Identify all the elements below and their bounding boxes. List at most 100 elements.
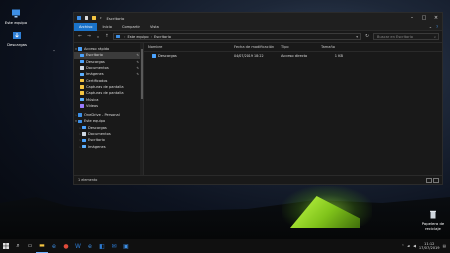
forward-button[interactable]: → [86,34,92,39]
title-bar: ▾ Escritorio – □ × [74,13,442,23]
network-icon[interactable]: ▰ [407,244,410,248]
breadcrumb-this-pc[interactable]: Este equipo [127,35,148,39]
maximize-button[interactable]: □ [418,13,430,23]
navigation-pane: ▾ Acceso rápido Escritorio ✎ Descargas ✎… [74,43,144,175]
computer-icon [78,119,82,124]
tab-home[interactable]: Inicio [97,23,117,31]
task-view-icon[interactable]: ▭ [24,239,36,253]
new-folder-icon[interactable] [92,16,96,20]
ribbon-tabs: Archivo Inicio Compartir Vista ⌄ ? [74,22,442,31]
recent-locations-button[interactable]: ▾ [95,35,101,39]
properties-icon[interactable] [85,16,88,20]
address-dropdown-icon[interactable]: ▾ [356,35,358,39]
videos-folder-icon [80,104,84,108]
nav-label: Acceso rápido [84,47,110,52]
search-input[interactable]: Buscar en Escritorio ⌕ [373,33,439,40]
edge-icon[interactable]: e [84,239,96,253]
close-button[interactable]: × [430,13,442,23]
download-folder-icon [80,59,84,64]
scrollbar-thumb[interactable] [140,49,143,99]
store-icon[interactable]: ◧ [96,239,108,253]
pin-icon: ✎ [136,53,139,58]
details-view-button[interactable] [426,177,432,183]
pin-icon: ✎ [136,66,139,71]
file-explorer-icon[interactable]: ▬ [36,239,48,253]
edge-icon[interactable]: e [48,239,60,253]
desktop-icon-downloads[interactable]: Descargas [2,31,32,47]
clock[interactable]: 11:12 17/07/2019 [419,242,440,251]
window-title: Escritorio [106,15,125,21]
show-hidden-icons-icon[interactable]: ⌃ [401,244,404,248]
documents-folder-icon [80,66,84,70]
column-type[interactable]: Tipo [277,45,317,49]
column-headers: Nombre Fecha de modificación Tipo Tamaño [144,43,442,52]
breadcrumb-separator-icon: › [150,34,153,39]
volume-icon[interactable]: ◀ [413,244,416,248]
column-name[interactable]: Nombre [144,45,230,49]
nav-label: Escritorio [88,138,105,143]
nav-label: Descargas [86,59,105,64]
computer-icon [116,34,120,39]
desktop-icon-label: Papelera de reciclaje [421,221,445,231]
nav-label: Escritorio [86,53,103,58]
word-icon[interactable]: W [72,239,84,253]
desktop-icon-recycle-bin[interactable]: Papelera de reciclaje [418,210,448,231]
large-icons-view-button[interactable] [433,177,439,183]
explorer-icon [77,16,81,20]
chevron-down-icon[interactable]: ▾ [100,16,102,20]
expand-ribbon-icon[interactable]: ⌄ [429,24,432,29]
mail-icon[interactable]: ✉ [108,239,120,253]
navigation-bar: ← → ▾ ↑ › Este equipo › Escritorio ▾ ↻ B… [74,31,442,42]
column-modified[interactable]: Fecha de modificación [230,45,277,49]
back-button[interactable]: ← [77,34,83,39]
folder-icon [80,85,84,89]
file-size: 1 KB [334,54,343,58]
search-icon[interactable]: ⌕ [12,239,24,253]
tab-share[interactable]: Compartir [117,23,145,31]
start-icon [3,243,9,249]
pin-icon: ✎ [136,59,139,64]
notifications-icon[interactable]: ▤ [443,244,446,248]
nav-label: OneDrive - Personal [84,113,120,118]
star-icon [78,47,82,51]
onedrive-icon [78,113,82,117]
status-bar: 1 elemento [74,175,442,184]
tab-view[interactable]: Vista [145,23,164,31]
chrome-icon[interactable]: ● [60,239,72,253]
pictures-folder-icon [82,144,86,149]
photos-icon[interactable]: ▣ [120,239,132,253]
shortcut-icon [152,54,156,58]
nav-label: Vídeos [86,103,99,108]
breadcrumb-desktop[interactable]: Escritorio [154,35,171,39]
nav-item-pc-pictures[interactable]: › Imágenes [74,143,143,149]
file-row[interactable]: Descargas 04/07/2019 18:22 Acceso direct… [144,52,442,60]
documents-folder-icon [82,132,86,136]
desktop-icon-this-pc[interactable]: Este equipo [1,9,31,25]
refresh-button[interactable]: ↻ [364,34,370,39]
item-count: 1 elemento [78,178,98,182]
download-icon [13,32,21,39]
file-name: Descargas [158,54,177,58]
tab-file[interactable]: Archivo [74,22,98,31]
music-folder-icon [80,97,84,102]
download-folder-icon [82,125,86,130]
address-bar[interactable]: › Este equipo › Escritorio ▾ [113,33,361,40]
help-icon[interactable]: ? [436,25,438,29]
computer-icon [12,9,20,18]
recycle-bin-icon [430,210,436,219]
nav-label: Documentos [86,66,109,71]
nav-scrollbar[interactable] [140,43,143,175]
nav-label: Capturas de pantalla [86,91,124,96]
minimize-button[interactable]: – [406,13,418,23]
desktop-icon-label: Descargas [7,42,27,47]
folder-icon [80,91,84,95]
desktop-folder-icon [80,53,84,58]
desktop-icon-label: Este equipo [4,20,28,25]
nav-label: Certificados [86,78,108,83]
start-button[interactable] [0,239,12,253]
pictures-folder-icon [80,72,84,77]
nav-label: Imágenes [86,72,104,77]
up-button[interactable]: ↑ [104,34,110,39]
column-size[interactable]: Tamaño [317,45,347,49]
nav-item-videos[interactable]: Vídeos [74,103,143,109]
